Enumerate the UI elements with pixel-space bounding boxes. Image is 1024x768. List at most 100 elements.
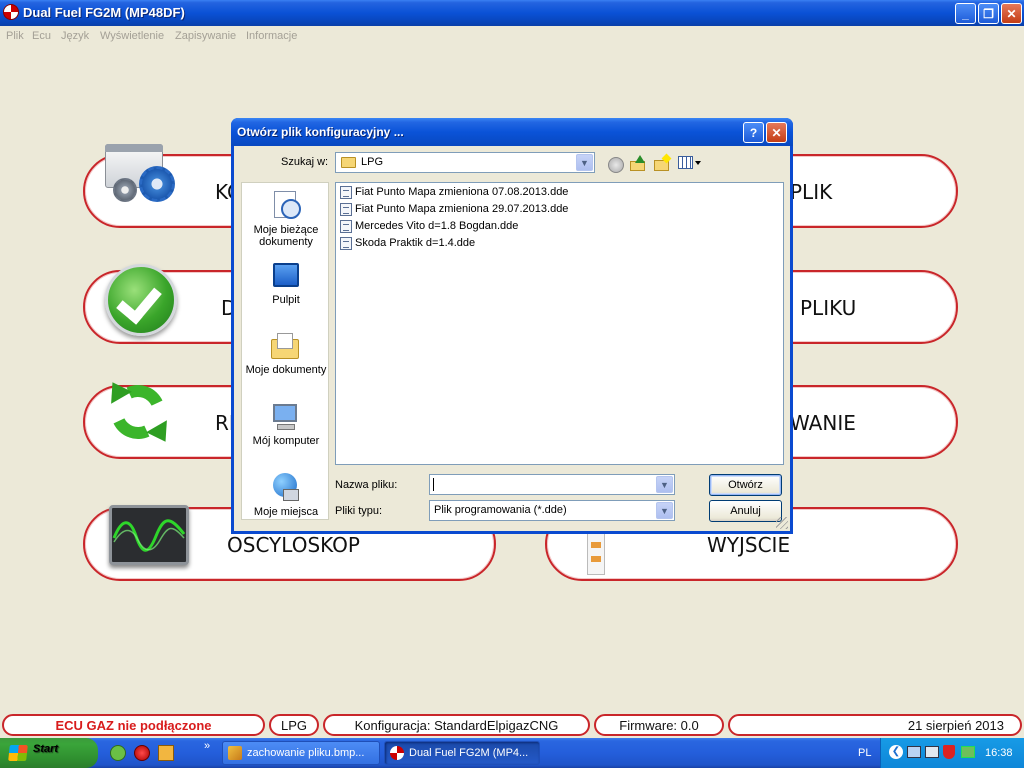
view-menu-icon[interactable] [678,155,702,171]
place-my-computer[interactable]: Mój komputer [242,402,330,447]
tray-app-icon[interactable] [961,746,975,758]
new-folder-icon[interactable] [654,153,672,171]
menu-bar: Plik Ecu Język Wyświetlenie Zapisywanie … [0,26,1024,46]
status-config: Konfiguracja: StandardElpigazCNG [323,714,590,736]
resize-grip-icon[interactable] [776,517,788,529]
place-label: Pulpit [272,294,300,306]
place-my-documents[interactable]: Moje dokumenty [242,331,330,376]
tile-label: PLIK [790,180,833,204]
tile-label: WANIE [790,411,856,435]
start-button[interactable]: Start [0,738,98,768]
quick-launch-more[interactable]: » [204,740,210,752]
filename-input[interactable]: ▼ [429,474,675,495]
menu-informacje[interactable]: Informacje [246,30,297,42]
minimize-button[interactable]: _ [955,3,976,24]
system-tray: ❮ 16:38 [880,738,1024,768]
place-desktop[interactable]: Pulpit [242,261,330,306]
place-network[interactable]: Moje miejsca [242,473,330,518]
task-label: zachowanie pliku.bmp... [247,747,365,759]
menu-zapisywanie[interactable]: Zapisywanie [175,30,236,42]
dialog-body: Szukaj w: LPG ▼ Moje bieżące dokumenty P… [234,146,790,531]
maximize-button[interactable]: ❐ [978,3,999,24]
shield-icon[interactable] [943,745,955,759]
checkmark-icon [105,264,177,336]
tile-label: OSCYLOSKOP [227,533,360,557]
task-dual-fuel[interactable]: Dual Fuel FG2M (MP4... [384,741,540,765]
calculator-icon[interactable] [158,745,174,761]
close-button[interactable]: ✕ [1001,3,1022,24]
main-title-bar: Dual Fuel FG2M (MP48DF) _ ❐ ✕ [0,0,1024,26]
open-button[interactable]: Otwórz [709,474,782,496]
text-caret [433,478,434,491]
network-icon[interactable] [907,746,921,758]
tile-label: PLIKU [800,296,857,320]
tile-label: WYJSCIE [707,533,791,557]
file-list[interactable]: Fiat Punto Mapa zmieniona 07.08.2013.dde… [335,182,784,465]
filetype-dropdown[interactable]: Plik programowania (*.dde) ▼ [429,500,675,521]
filetype-label: Pliki typu: [335,505,383,517]
status-date: 21 sierpień 2013 [728,714,1022,736]
app-icon [3,4,19,20]
back-icon[interactable] [608,157,624,173]
dialog-title: Otwórz plik konfiguracyjny ... [237,125,404,139]
file-icon [340,237,352,250]
place-recent-documents[interactable]: Moje bieżące dokumenty [242,191,330,248]
recent-documents-icon [271,191,301,221]
status-firmware: Firmware: 0.0 [594,714,724,736]
menu-plik[interactable]: Plik [6,30,24,42]
exit-door-icon [587,527,605,575]
my-documents-icon [271,331,301,361]
my-computer-icon [271,402,301,432]
dialog-close-button[interactable]: ✕ [766,122,787,143]
language-indicator[interactable]: PL [858,747,871,759]
status-ecu: ECU GAZ nie podłączone [2,714,265,736]
desktop-icon [271,261,301,291]
chevron-down-icon[interactable]: ▼ [656,502,673,519]
cancel-button[interactable]: Anuluj [709,500,782,522]
chevron-down-icon[interactable]: ▼ [656,476,673,493]
file-name: Fiat Punto Mapa zmieniona 07.08.2013.dde [355,186,569,198]
window-title: Dual Fuel FG2M (MP48DF) [23,5,185,20]
task-zachowanie-pliku[interactable]: zachowanie pliku.bmp... [222,741,380,765]
look-in-value: LPG [361,156,384,168]
network-places-icon [271,473,301,503]
file-icon [340,220,352,233]
settings-window-icon [99,144,175,202]
file-name: Fiat Punto Mapa zmieniona 29.07.2013.dde [355,203,569,215]
menu-wyswietlenie[interactable]: Wyświetlenie [100,30,164,42]
open-file-dialog: Otwórz plik konfiguracyjny ... ? ✕ Szuka… [231,118,793,534]
refresh-arrows-icon [102,376,176,448]
start-label: Start [33,743,59,755]
record-icon[interactable] [134,745,150,761]
look-in-label: Szukaj w: [281,156,329,168]
file-name: Mercedes Vito d=1.8 Bogdan.dde [355,220,519,232]
folder-icon [341,157,356,168]
place-label: Moje bieżące dokumenty [253,224,319,248]
dialog-title-bar: Otwórz plik konfiguracyjny ... ? ✕ [231,118,793,146]
paint-icon [228,746,242,760]
app-icon [390,746,404,760]
filetype-value: Plik programowania (*.dde) [434,504,567,516]
file-name: Skoda Praktik d=1.4.dde [355,237,476,249]
task-label: Dual Fuel FG2M (MP4... [409,747,529,759]
taskbar: Start » zachowanie pliku.bmp... Dual Fue… [0,738,1024,768]
up-folder-icon[interactable] [630,155,646,171]
oscilloscope-icon [109,505,189,565]
utorrent-icon[interactable] [110,745,126,761]
windows-flag-icon [8,745,28,761]
look-in-dropdown[interactable]: LPG ▼ [335,152,595,173]
place-label: Moje miejsca [253,506,319,518]
monitor-icon[interactable] [925,746,939,758]
menu-ecu[interactable]: Ecu [32,30,51,42]
file-icon [340,203,352,216]
clock[interactable]: 16:38 [985,747,1013,759]
back-arrow-icon[interactable]: ❮ [889,745,903,759]
menu-jezyk[interactable]: Język [61,30,89,42]
place-label: Moje dokumenty [245,364,327,376]
chevron-down-icon[interactable]: ▼ [576,154,593,171]
filename-label: Nazwa pliku: [335,479,398,491]
status-fuel: LPG [269,714,319,736]
places-bar: Moje bieżące dokumenty Pulpit Moje dokum… [241,182,329,520]
place-label: Mój komputer [252,435,320,447]
help-button[interactable]: ? [743,122,764,143]
